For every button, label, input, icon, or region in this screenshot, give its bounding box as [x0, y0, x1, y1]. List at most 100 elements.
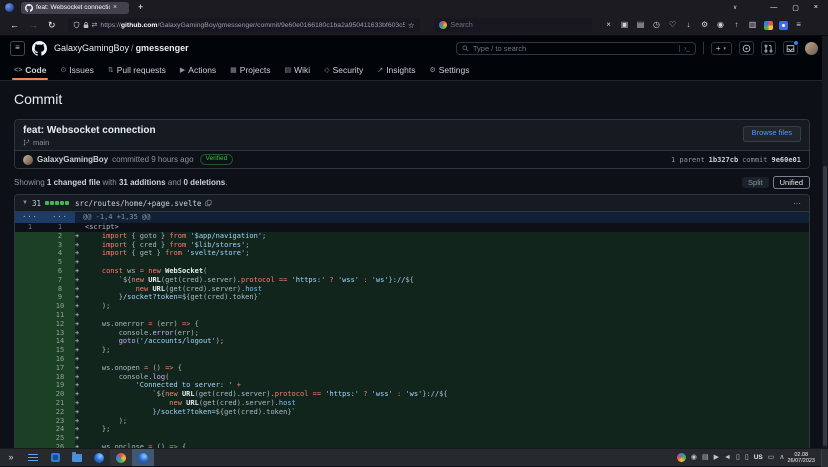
- old-line-number[interactable]: [15, 390, 45, 399]
- old-line-number[interactable]: [15, 285, 45, 294]
- new-line-number[interactable]: 13: [45, 329, 75, 338]
- close-button[interactable]: ×: [814, 4, 818, 11]
- old-line-number[interactable]: [15, 399, 45, 408]
- shield-icon[interactable]: [73, 21, 80, 29]
- file-options-icon[interactable]: ⋯: [793, 199, 802, 208]
- phone-link-icon[interactable]: ▯: [745, 454, 749, 462]
- pocket-icon[interactable]: ♡: [668, 20, 678, 30]
- old-line-number[interactable]: [15, 355, 45, 364]
- battery-icon[interactable]: ▯: [736, 454, 740, 462]
- tab-settings[interactable]: ⚙Settings: [423, 65, 475, 80]
- scrollbar-thumb[interactable]: [823, 166, 827, 446]
- tab-close-icon[interactable]: ×: [113, 4, 117, 11]
- old-line-number[interactable]: [15, 408, 45, 417]
- new-line-number[interactable]: 19: [45, 381, 75, 390]
- maximize-button[interactable]: ▢: [792, 4, 799, 12]
- author-name[interactable]: GalaxyGamingBoy: [37, 155, 108, 164]
- bookmark-star-icon[interactable]: ☆: [408, 21, 415, 30]
- tools-icon[interactable]: ⚙: [700, 20, 710, 30]
- downloads-icon[interactable]: ↓: [684, 20, 694, 30]
- clipboard-manager-icon[interactable]: ▤: [702, 454, 709, 462]
- new-line-number[interactable]: 4: [45, 249, 75, 258]
- tab-insights[interactable]: ↗Insights: [371, 65, 421, 80]
- history-icon[interactable]: ◷: [652, 20, 662, 30]
- tab-issues[interactable]: ⊙Issues: [54, 65, 99, 80]
- firefox-window[interactable]: [132, 449, 154, 466]
- firefox-view-icon[interactable]: [5, 3, 14, 12]
- tab-code[interactable]: <>Code: [8, 65, 52, 80]
- search-bar[interactable]: Search: [434, 18, 592, 32]
- browser-tab[interactable]: feat: Websocket connection ×: [21, 2, 129, 14]
- copy-path-icon[interactable]: [205, 199, 212, 207]
- issues-header-button[interactable]: [739, 41, 754, 55]
- old-line-number[interactable]: [15, 337, 45, 346]
- tab-security[interactable]: ◇Security: [318, 65, 369, 80]
- new-line-number[interactable]: 6: [45, 267, 75, 276]
- clipboard-icon[interactable]: ▤: [636, 20, 646, 30]
- old-line-number[interactable]: [15, 241, 45, 250]
- list-tabs-icon[interactable]: ∨: [733, 4, 737, 11]
- media-player-icon[interactable]: ▶: [714, 454, 719, 462]
- pull-requests-header-button[interactable]: [761, 41, 776, 55]
- software-center[interactable]: [44, 449, 66, 466]
- old-line-number[interactable]: [15, 258, 45, 267]
- new-line-number[interactable]: 1: [45, 223, 75, 232]
- file-manager[interactable]: [66, 449, 88, 466]
- browse-files-button[interactable]: Browse files: [743, 126, 801, 142]
- branch-name[interactable]: main: [33, 138, 49, 147]
- new-tab-button[interactable]: +: [138, 3, 143, 12]
- global-menu-button[interactable]: ≡: [10, 41, 25, 56]
- app-launcher[interactable]: »: [0, 449, 22, 466]
- tab-pull-requests[interactable]: ⇅Pull requests: [102, 65, 172, 80]
- old-line-number[interactable]: [15, 232, 45, 241]
- notes-icon[interactable]: ▥: [748, 20, 758, 30]
- lock-icon[interactable]: [83, 21, 89, 29]
- new-line-number[interactable]: 11: [45, 311, 75, 320]
- old-line-number[interactable]: [15, 267, 45, 276]
- split-view-button[interactable]: Split: [742, 177, 769, 188]
- old-line-number[interactable]: [15, 434, 45, 443]
- tab-projects[interactable]: ▦Projects: [224, 65, 276, 80]
- old-line-number[interactable]: [15, 373, 45, 382]
- old-line-number[interactable]: [15, 302, 45, 311]
- firefox-shortcut[interactable]: [88, 449, 110, 466]
- container-swap-icon[interactable]: ⇄: [92, 21, 98, 29]
- old-line-number[interactable]: [15, 329, 45, 338]
- old-line-number[interactable]: [15, 346, 45, 355]
- new-line-number[interactable]: 2: [45, 232, 75, 241]
- unified-view-button[interactable]: Unified: [773, 176, 810, 189]
- forward-button[interactable]: →: [29, 20, 38, 30]
- user-avatar[interactable]: [805, 42, 818, 55]
- upload-icon[interactable]: ↑: [732, 20, 742, 30]
- verified-badge[interactable]: Verified: [200, 154, 234, 165]
- old-line-number[interactable]: [15, 320, 45, 329]
- adblock-icon[interactable]: ◉: [716, 20, 726, 30]
- network-icon[interactable]: ▭: [768, 454, 775, 462]
- new-line-number[interactable]: 10: [45, 302, 75, 311]
- old-line-number[interactable]: [15, 249, 45, 258]
- breadcrumb-repo[interactable]: gmessenger: [136, 43, 189, 53]
- screenshot-icon[interactable]: ▣: [620, 20, 630, 30]
- new-line-number[interactable]: 12: [45, 320, 75, 329]
- extension-x-icon[interactable]: ×: [604, 20, 614, 30]
- keyboard-layout-indicator[interactable]: US: [754, 454, 763, 461]
- new-line-number[interactable]: 20: [45, 390, 75, 399]
- old-line-number[interactable]: [15, 311, 45, 320]
- new-line-number[interactable]: 16: [45, 355, 75, 364]
- tray-color-app-icon[interactable]: [677, 453, 686, 462]
- show-desktop-button[interactable]: [821, 449, 828, 467]
- new-line-number[interactable]: 14: [45, 337, 75, 346]
- url-bar[interactable]: ⇄ https://github.com/GalaxyGamingBoy/gme…: [68, 18, 420, 32]
- old-line-number[interactable]: [15, 425, 45, 434]
- new-line-number[interactable]: 3: [45, 241, 75, 250]
- expand-hunk-button[interactable]: ······: [15, 212, 75, 223]
- refresh-button[interactable]: ↻: [48, 20, 56, 31]
- page-scrollbar[interactable]: [822, 36, 828, 448]
- parent-sha[interactable]: 1b327cb: [709, 156, 739, 164]
- new-line-number[interactable]: 18: [45, 373, 75, 382]
- old-line-number[interactable]: [15, 417, 45, 426]
- old-line-number[interactable]: [15, 364, 45, 373]
- new-line-number[interactable]: 8: [45, 285, 75, 294]
- colorful-extension-icon[interactable]: [764, 21, 773, 30]
- old-line-number[interactable]: 1: [15, 223, 45, 232]
